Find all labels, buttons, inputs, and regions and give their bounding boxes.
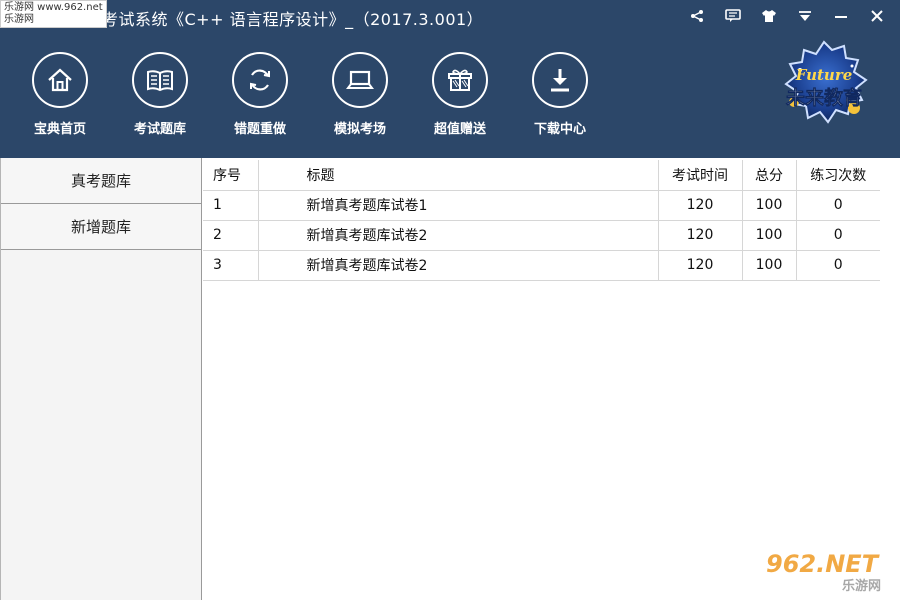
refresh-icon (232, 52, 288, 108)
sidebar-item-real-exam-bank[interactable]: 真考题库 (1, 158, 201, 204)
toolbar-item-question-bank[interactable]: 考试题库 (128, 52, 192, 137)
logo-text-top: Future (795, 66, 853, 84)
cell-index: 1 (203, 190, 259, 221)
toolbar-item-home[interactable]: 宝典首页 (28, 52, 92, 137)
cell-index: 3 (203, 250, 259, 281)
watermark-site: 乐游网 (842, 578, 881, 594)
main-toolbar: 宝典首页 考试题库 错题重做 模拟考场 超值赠送 下载中心 (28, 52, 592, 137)
sidebar-item-new-bank[interactable]: 新增题库 (1, 204, 201, 250)
dropdown-icon[interactable] (792, 4, 818, 28)
header-title[interactable]: 标题 (258, 160, 659, 191)
header-index[interactable]: 序号 (203, 160, 259, 191)
future-education-logo: Future 未来教育 (784, 40, 868, 124)
table-header-row: 序号 标题 考试时间 总分 练习次数 (203, 160, 880, 191)
window-controls (684, 4, 890, 28)
toolbar-label: 宝典首页 (33, 122, 86, 137)
sidebar: 真考题库 新增题库 (0, 158, 202, 600)
home-icon (32, 52, 88, 108)
gift-icon (432, 52, 488, 108)
message-icon[interactable] (720, 4, 746, 28)
book-icon (132, 52, 188, 108)
cell-total-score: 100 (742, 190, 797, 221)
cell-title: 新增真考题库试卷2 (258, 250, 659, 281)
toolbar-item-download[interactable]: 下载中心 (528, 52, 592, 137)
cell-title: 新增真考题库试卷2 (258, 220, 659, 251)
toolbar-label: 模拟考场 (333, 122, 386, 137)
download-icon (532, 52, 588, 108)
toolbar-label: 错题重做 (233, 122, 286, 137)
toolbar-label: 下载中心 (533, 122, 586, 137)
header-exam-time[interactable]: 考试时间 (658, 160, 743, 191)
close-icon[interactable] (864, 4, 890, 28)
cell-title: 新增真考题库试卷1 (258, 190, 659, 221)
header-practice-count[interactable]: 练习次数 (796, 160, 880, 191)
cell-total-score: 100 (742, 220, 797, 251)
toolbar-item-mock-exam[interactable]: 模拟考场 (328, 52, 392, 137)
toolbar-item-gift[interactable]: 超值赠送 (428, 52, 492, 137)
cell-practice-count: 0 (796, 220, 880, 251)
header: 未来教育考试系统《C++ 语言程序设计》_（2017.3.001） 乐游网 ww… (0, 0, 900, 158)
cell-index: 2 (203, 220, 259, 251)
table-row[interactable]: 2 新增真考题库试卷2 120 100 0 (203, 220, 880, 251)
title-bar: 未来教育考试系统《C++ 语言程序设计》_（2017.3.001） (0, 0, 900, 32)
watermark-line1: 乐游网 www.962.net (4, 2, 103, 13)
watermark-line2: 乐游网 (4, 14, 34, 25)
toolbar-label: 考试题库 (133, 122, 186, 137)
watermark-bottom-right: 962.NET 乐游网 (766, 550, 881, 594)
watermark-brand: 962.NET (766, 550, 880, 578)
minimize-icon[interactable] (828, 4, 854, 28)
exam-table: 序号 标题 考试时间 总分 练习次数 1 新增真考题库试卷1 120 100 0… (203, 160, 880, 281)
cell-exam-time: 120 (658, 190, 743, 221)
share-icon[interactable] (684, 4, 710, 28)
app-window: 未来教育考试系统《C++ 语言程序设计》_（2017.3.001） 乐游网 ww… (0, 0, 900, 600)
logo-text-main: 未来教育 (785, 86, 862, 109)
toolbar-item-redo-wrong[interactable]: 错题重做 (228, 52, 292, 137)
skin-icon[interactable] (756, 4, 782, 28)
cell-total-score: 100 (742, 250, 797, 281)
header-total-score[interactable]: 总分 (742, 160, 797, 191)
cell-practice-count: 0 (796, 250, 880, 281)
toolbar-label: 超值赠送 (433, 122, 486, 137)
watermark-top-left: 乐游网 www.962.net 乐游网 (0, 0, 107, 28)
exam-list-panel: 序号 标题 考试时间 总分 练习次数 1 新增真考题库试卷1 120 100 0… (203, 158, 900, 600)
cell-exam-time: 120 (658, 250, 743, 281)
cell-exam-time: 120 (658, 220, 743, 251)
cell-practice-count: 0 (796, 190, 880, 221)
table-row[interactable]: 1 新增真考题库试卷1 120 100 0 (203, 190, 880, 221)
laptop-icon (332, 52, 388, 108)
table-row[interactable]: 3 新增真考题库试卷2 120 100 0 (203, 250, 880, 281)
